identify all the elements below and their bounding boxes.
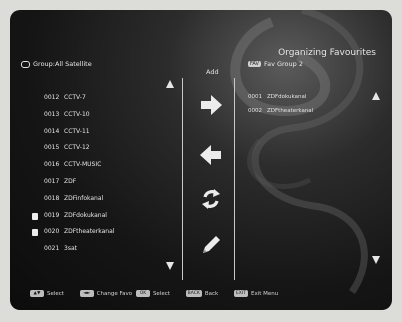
fav-group-header[interactable]: FAV Fav Group 2 [248,60,303,68]
channel-name: CCTV-11 [64,127,90,135]
list-item[interactable]: 0016 CCTV-MUSIC [30,157,180,174]
ok-key-icon: OK [135,290,150,297]
channel-number: 0015 [44,144,60,152]
exit-key-icon: EXIT [233,290,248,297]
list-item[interactable]: 0012 CCTV-7 [30,90,180,107]
group-label: Group:All Satellite [33,60,92,68]
group-header: Group:All Satellite [21,60,92,68]
channel-name: CCTV-MUSIC [64,161,102,169]
rename-pencil-icon[interactable] [198,232,224,258]
move-icon[interactable] [198,186,224,212]
channel-scroll-down-icon[interactable] [166,262,174,270]
fav-number: 0002 [248,108,262,114]
list-item[interactable]: 0021 3sat [30,241,180,258]
channel-name: 3sat [64,245,77,253]
checkbox[interactable] [32,212,38,220]
channel-name: ZDFdokukanal [64,211,107,219]
list-item[interactable]: 0020 ZDFtheaterkanal [30,224,180,241]
fav-tag: FAV [248,61,261,67]
footer-ok-label: Select [152,291,170,297]
fav-name: ZDFtheaterkanal [267,108,314,114]
channel-number: 0012 [44,94,60,101]
channel-scroll-up-icon[interactable] [166,80,174,88]
footer-back-label: Back [204,291,219,297]
footer-select-label: Select [47,291,64,297]
channel-name: ZDFinfokanal [64,194,104,202]
channel-number: 0016 [44,161,60,169]
channel-name: CCTV-12 [64,144,90,152]
list-item[interactable]: 0015 CCTV-12 [30,140,180,157]
channel-name: ZDF [64,177,77,185]
list-item[interactable]: 0002 ZDFtheaterkanal [248,104,388,118]
channel-number: 0014 [44,127,60,135]
channel-number: 0019 [44,211,60,219]
channel-name: CCTV-10 [64,110,90,118]
fav-name: ZDFdokukanal [267,94,307,100]
page-title: Organizing Favourites [278,48,376,58]
list-item[interactable]: 0018 ZDFinfokanal [30,191,180,208]
fav-scroll-down-icon[interactable] [372,256,380,264]
list-item[interactable]: 0013 CCTV-10 [30,107,180,124]
favourites-list: 0001 ZDFdokukanal 0002 ZDFtheaterkanal [248,90,388,118]
add-label: Add [206,68,219,76]
list-item[interactable]: 0019 ZDFdokukanal [30,208,180,225]
leftright-key-icon: ◄► [79,290,94,297]
channel-number: 0017 [44,177,60,185]
channel-name: ZDFtheaterkanal [64,228,115,236]
footer-change-label: Change Favo [96,291,133,297]
channel-name: CCTV-7 [64,94,86,101]
checkbox[interactable] [32,229,38,237]
list-item[interactable]: 0001 ZDFdokukanal [248,90,388,104]
back-key-icon: BACK [185,290,202,297]
remove-arrow-icon[interactable] [198,142,224,168]
divider-right [234,78,235,280]
channel-number: 0021 [44,245,60,253]
fav-group-label: Fav Group 2 [263,60,303,68]
channel-number: 0018 [44,194,60,202]
tv-screen: Organizing Favourites Group:All Satellit… [10,10,392,310]
footer-help: ▲▼ Select ◄► Change Favo OK Select BACK Back… [30,290,292,297]
list-item[interactable]: 0017 ZDF [30,174,180,191]
channel-number: 0020 [44,228,60,236]
group-icon [21,60,30,68]
list-item[interactable]: 0014 CCTV-11 [30,124,180,141]
updown-key-icon: ▲▼ [30,290,44,297]
channel-number: 0013 [44,110,60,118]
channel-list: 0012 CCTV-7 0013 CCTV-10 0014 CCTV-11 0015 C… [30,90,180,258]
divider-left [182,78,183,280]
fav-number: 0001 [248,94,262,100]
add-arrow-icon[interactable] [198,92,224,118]
footer-exit-label: Exit Menu [250,291,279,297]
